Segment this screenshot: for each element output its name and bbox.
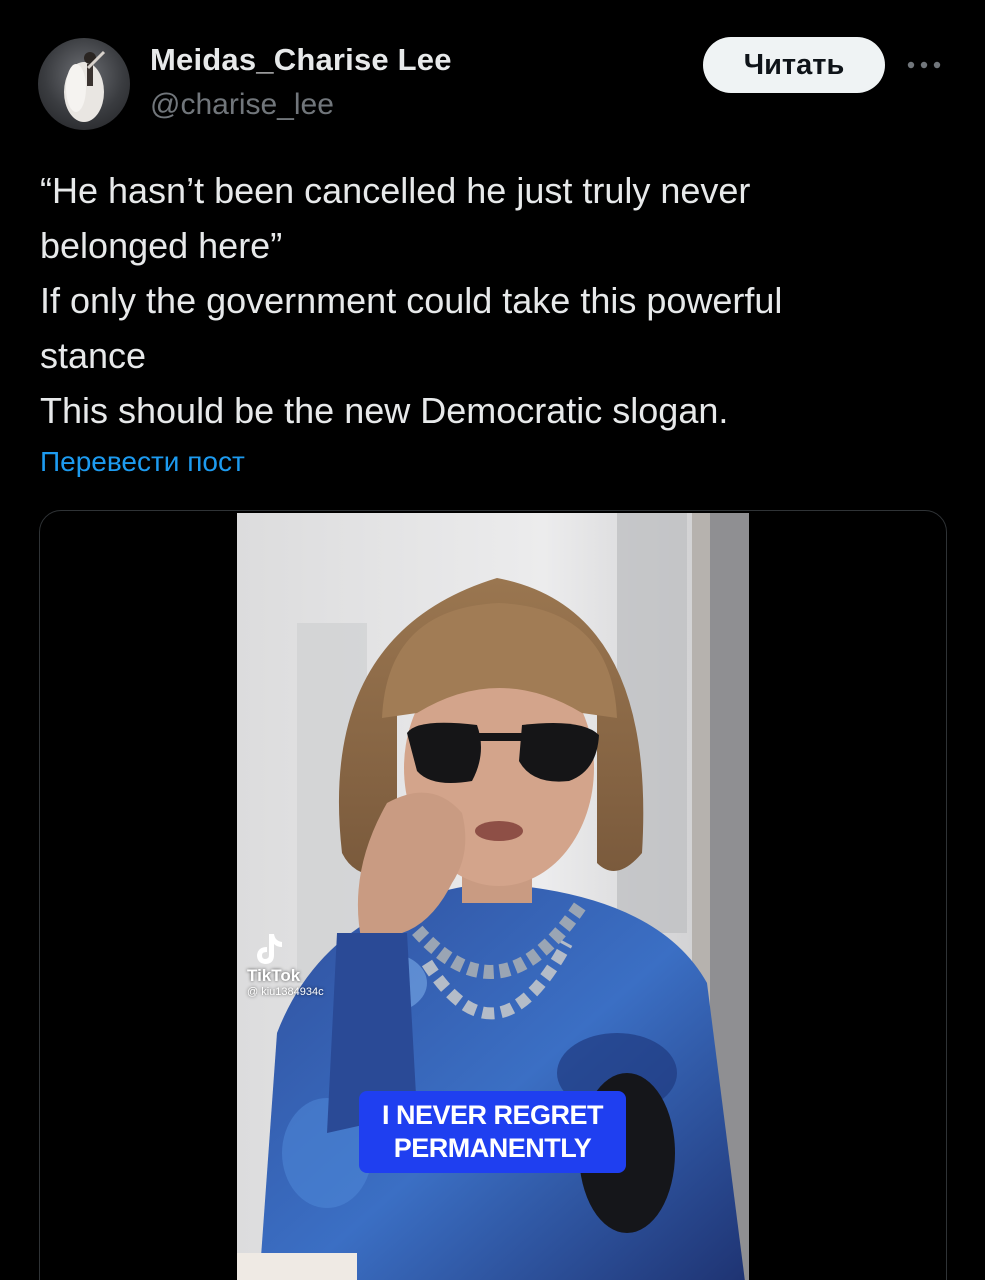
tiktok-logo-icon <box>257 934 282 964</box>
video-caption: I NEVER REGRET PERMANENTLY <box>359 1091 626 1173</box>
caption-line-1: I NEVER REGRET <box>381 1100 604 1130</box>
caption-line-2: PERMANENTLY <box>393 1133 592 1163</box>
tweet-line: stance <box>40 335 147 376</box>
tiktok-watermark: TikTok @ kiu1384934c <box>247 931 324 999</box>
avatar[interactable] <box>38 38 130 130</box>
avatar-image <box>64 50 106 122</box>
translate-post-link[interactable]: Перевести пост <box>40 446 245 478</box>
follow-button[interactable]: Читать <box>703 37 885 93</box>
tweet-line: “He hasn’t been cancelled he just truly … <box>40 170 751 211</box>
tiktok-user: @ kiu1384934c <box>247 986 324 998</box>
tweet-line: belonged here” <box>40 225 283 266</box>
post: Meidas_Charise Lee @charise_lee Читать “… <box>0 0 985 1280</box>
tweet-text: “He hasn’t been cancelled he just truly … <box>40 163 940 438</box>
user-handle[interactable]: @charise_lee <box>150 88 334 122</box>
more-options-button[interactable] <box>904 50 944 80</box>
display-name[interactable]: Meidas_Charise Lee <box>150 42 452 78</box>
tweet-line: If only the government could take this p… <box>40 280 783 321</box>
media-card[interactable]: TikTok @ kiu1384934c I NEVER REGRET PERM… <box>39 510 947 1280</box>
video-player[interactable]: TikTok @ kiu1384934c I NEVER REGRET PERM… <box>237 513 749 1280</box>
tiktok-brand: TikTok <box>247 966 301 985</box>
tweet-line: This should be the new Democratic slogan… <box>40 390 729 431</box>
more-horizontal-icon <box>907 61 941 69</box>
